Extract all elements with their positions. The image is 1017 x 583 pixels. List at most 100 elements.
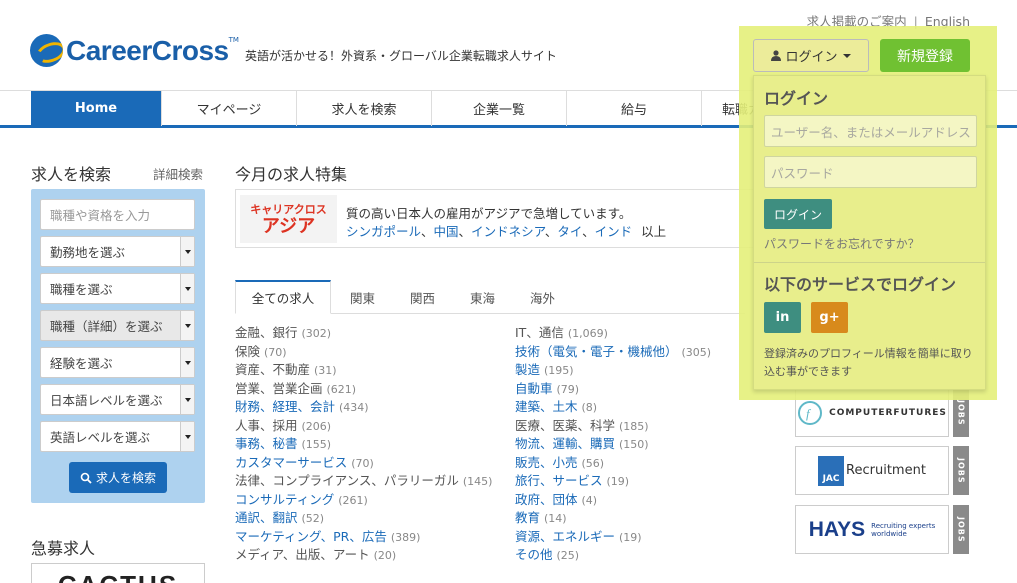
category-label: 旅行、サービス <box>515 473 603 488</box>
category-item[interactable]: 教育 (14) <box>515 509 567 529</box>
feature-banner[interactable]: キャリアクロス アジア 質の高い日本人の雇用がアジアで急増しています。 シンガポ… <box>235 189 795 248</box>
category-count: (19) <box>606 475 630 488</box>
login-button-label: ログイン <box>785 50 838 65</box>
partner-jac[interactable]: JAC Recruitment <box>795 446 949 495</box>
category-item[interactable]: コンサルティング (261) <box>235 491 368 511</box>
category-item[interactable]: 製造 (195) <box>515 361 574 381</box>
category-label: マーケティング、PR、広告 <box>235 528 387 544</box>
country-link-indonesia[interactable]: インドネシア <box>471 224 545 239</box>
google-plus-icon[interactable]: g+ <box>811 302 848 333</box>
country-link-singapore[interactable]: シンガポール <box>346 224 421 239</box>
category-item[interactable]: その他 (25) <box>515 546 579 566</box>
jac-logo: JAC <box>818 455 845 486</box>
category-count: (19) <box>619 530 642 544</box>
category-item[interactable]: 通訳、翻訳 (52) <box>235 509 324 529</box>
category-item[interactable]: メディア、出版、アート (20) <box>235 546 396 566</box>
category-label: 技術（電気・電子・機械他） <box>515 343 678 359</box>
jobs-tab-jac[interactable]: JOBS <box>953 446 969 495</box>
category-item[interactable]: 法律、コンプライアンス、パラリーガル (145) <box>235 472 492 492</box>
search-panel: 職種や資格を入力 勤務地を選ぶ 職種を選ぶ 職種（詳細）を選ぶ 経験を選ぶ 日本… <box>31 189 205 503</box>
search-button[interactable]: 求人を検索 <box>69 462 167 493</box>
tab-overseas[interactable]: 海外 <box>515 280 570 314</box>
nav-salary[interactable]: 給与 <box>567 91 702 126</box>
hays-sub1: Recruiting experts <box>871 521 936 530</box>
job-type-select[interactable]: 職種を選ぶ <box>40 273 195 304</box>
category-label: 人事、採用 <box>235 417 298 433</box>
category-label: IT、通信 <box>515 325 564 340</box>
tab-tokai[interactable]: 東海 <box>455 280 510 314</box>
location-select[interactable]: 勤務地を選ぶ <box>40 236 195 267</box>
password-input[interactable]: パスワード <box>764 156 977 188</box>
search-button-label: 求人を検索 <box>95 471 156 485</box>
banner-countries: シンガポール、中国、インドネシア、タイ、インド 以上 <box>346 221 666 240</box>
category-label: 事務、秘書 <box>235 436 298 451</box>
category-item[interactable]: 自動車 (79) <box>515 380 579 400</box>
country-sep: 、 <box>544 224 558 239</box>
nav-home[interactable]: Home <box>31 91 162 126</box>
nav-mypage[interactable]: マイページ <box>162 91 297 126</box>
asia-banner-logo: キャリアクロス アジア <box>240 195 337 243</box>
caret-down-icon <box>842 53 851 58</box>
category-item[interactable]: 人事、採用 (206) <box>235 417 331 437</box>
english-level-select[interactable]: 英語レベルを選ぶ <box>40 421 195 452</box>
cactus-logo[interactable]: CACTUS <box>31 563 205 583</box>
linkedin-icon[interactable]: in <box>764 302 801 333</box>
search-icon <box>80 472 92 484</box>
category-item[interactable]: 医療、医薬、科学 (185) <box>515 417 649 437</box>
country-link-thailand[interactable]: タイ <box>557 224 582 239</box>
tab-kanto[interactable]: 関東 <box>335 280 390 314</box>
job-detail-select[interactable]: 職種（詳細）を選ぶ <box>40 310 195 341</box>
category-label: 医療、医薬、科学 <box>515 417 616 433</box>
category-item[interactable]: 旅行、サービス (19) <box>515 472 629 492</box>
experience-select-label: 経験を選ぶ <box>50 356 113 371</box>
category-item[interactable]: 営業、営業企画 (621) <box>235 380 356 400</box>
country-link-india[interactable]: インド <box>595 224 633 239</box>
logo-text: CareerCross <box>66 34 229 66</box>
category-item[interactable]: 資産、不動産 (31) <box>235 361 337 381</box>
category-count: (621) <box>326 382 357 396</box>
search-heading: 求人を検索 <box>31 165 112 184</box>
category-count: (195) <box>544 364 574 377</box>
nav-companies[interactable]: 企業一覧 <box>432 91 567 126</box>
category-label: 製造 <box>515 362 541 377</box>
country-link-china[interactable]: 中国 <box>434 224 459 239</box>
category-count: (1,069) <box>567 327 608 340</box>
login-submit-button[interactable]: ログイン <box>764 199 832 229</box>
category-item[interactable]: 政府、団体 (4) <box>515 491 597 511</box>
category-item[interactable]: 事務、秘書 (155) <box>235 435 331 455</box>
forgot-password-link[interactable]: パスワードをお忘れですか？ <box>764 235 920 252</box>
category-item[interactable]: 財務、経理、会計 (434) <box>235 398 369 418</box>
category-item[interactable]: 資源、エネルギー (19) <box>515 528 642 548</box>
detail-search-link[interactable]: 詳細検索 <box>153 164 203 183</box>
category-item[interactable]: マーケティング、PR、広告 (389) <box>235 528 420 548</box>
category-item[interactable]: 販売、小売 (56) <box>515 454 604 474</box>
category-item[interactable]: IT、通信 (1,069) <box>515 324 608 344</box>
category-label: 保険 <box>235 343 261 359</box>
japanese-level-select[interactable]: 日本語レベルを選ぶ <box>40 384 195 415</box>
category-label: 教育 <box>515 510 541 525</box>
tab-all-jobs[interactable]: 全ての求人 <box>235 280 331 314</box>
login-dropdown-button[interactable]: ログイン <box>753 39 869 72</box>
category-item[interactable]: 保険 (70) <box>235 343 287 363</box>
category-count: (52) <box>301 512 325 525</box>
category-item[interactable]: 技術（電気・電子・機械他） (305) <box>515 343 711 363</box>
category-item[interactable]: 建築、土木 (8) <box>515 398 597 418</box>
category-label: 政府、団体 <box>515 491 578 507</box>
category-item[interactable]: 金融、銀行 (302) <box>235 324 331 344</box>
category-label: コンサルティング <box>235 491 335 507</box>
partner-hays[interactable]: HAYS Recruiting experts worldwide <box>795 505 949 554</box>
tab-kansai[interactable]: 関西 <box>395 280 450 314</box>
category-item[interactable]: 物流、運輸、購買 (150) <box>515 435 649 455</box>
username-input[interactable]: ユーザー名、またはメールアドレス <box>764 115 977 147</box>
register-button[interactable]: 新規登録 <box>880 39 970 72</box>
nav-job-search[interactable]: 求人を検索 <box>297 91 432 126</box>
keyword-input[interactable]: 職種や資格を入力 <box>40 199 195 230</box>
experience-select[interactable]: 経験を選ぶ <box>40 347 195 378</box>
jac-name: Recruitment <box>846 463 926 478</box>
feature-heading: 今月の求人特集 <box>235 165 348 184</box>
chevron-down-icon <box>180 237 194 266</box>
category-item[interactable]: カスタマーサービス (70) <box>235 454 374 474</box>
site-logo[interactable]: CareerCross TM <box>30 34 239 67</box>
banner-text: 質の高い日本人の雇用がアジアで急増しています。 <box>346 206 632 221</box>
jobs-tab-hays[interactable]: JOBS <box>953 505 969 554</box>
